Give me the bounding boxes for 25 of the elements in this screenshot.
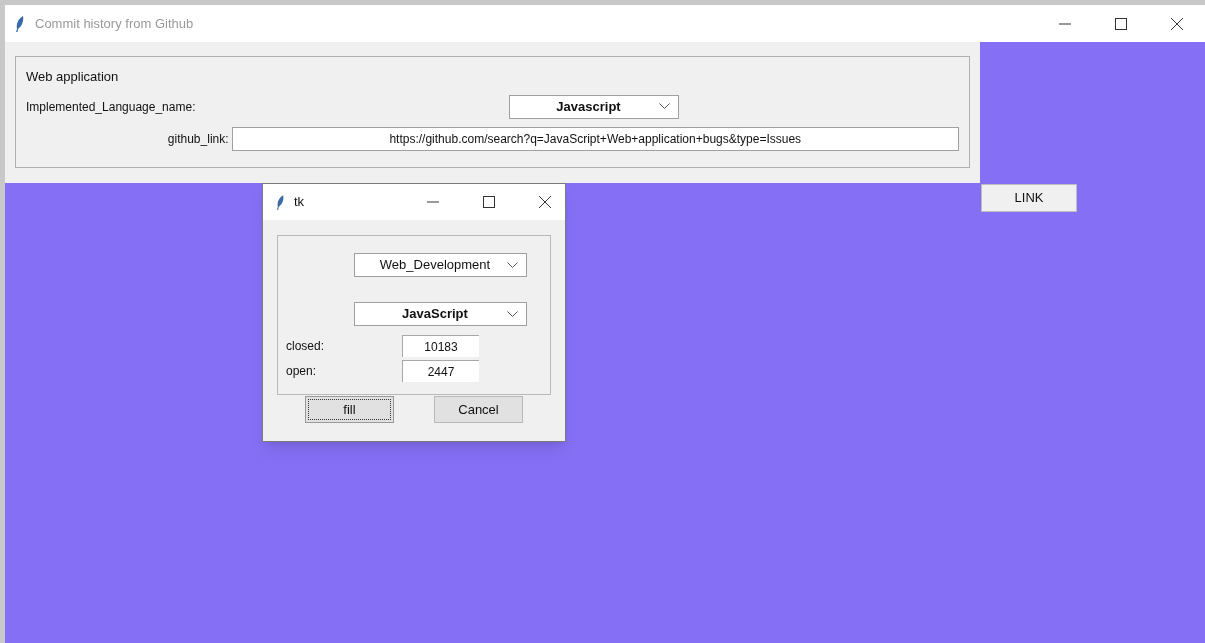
close-icon[interactable] <box>539 196 551 208</box>
chevron-down-icon <box>659 103 670 110</box>
dialog-button[interactable]: Cancel <box>434 396 523 423</box>
count-field[interactable]: 2447 <box>402 360 479 382</box>
close-icon[interactable] <box>1171 17 1183 30</box>
dropdown[interactable]: Javascript <box>509 94 679 119</box>
maximize-icon[interactable] <box>483 196 495 208</box>
language-label: Implemented_Language_name: <box>26 98 197 116</box>
count-label: open: <box>285 363 318 380</box>
dialog-button[interactable]: fill <box>305 396 394 423</box>
feather-icon <box>15 15 25 32</box>
dialog-title: tk <box>294 193 306 212</box>
maximize-icon[interactable] <box>1115 17 1127 30</box>
group-title: Web application <box>26 68 120 86</box>
link-field[interactable]: https://github.com/search?q=JavaScript+Web+application+bugs&type=Issues <box>231 126 959 151</box>
count-field[interactable]: 10183 <box>402 335 479 357</box>
chevron-down-icon <box>507 310 518 318</box>
dropdown[interactable]: JavaScript <box>354 302 527 326</box>
dropdown[interactable]: Web_Development <box>354 253 527 277</box>
chevron-down-icon <box>507 261 518 269</box>
count-label: closed: <box>285 338 326 355</box>
link-label: github_link: <box>166 130 230 148</box>
feather-icon <box>276 194 285 210</box>
window-title: Commit history from Github <box>35 14 195 33</box>
link-button[interactable]: LINK <box>981 184 1077 212</box>
